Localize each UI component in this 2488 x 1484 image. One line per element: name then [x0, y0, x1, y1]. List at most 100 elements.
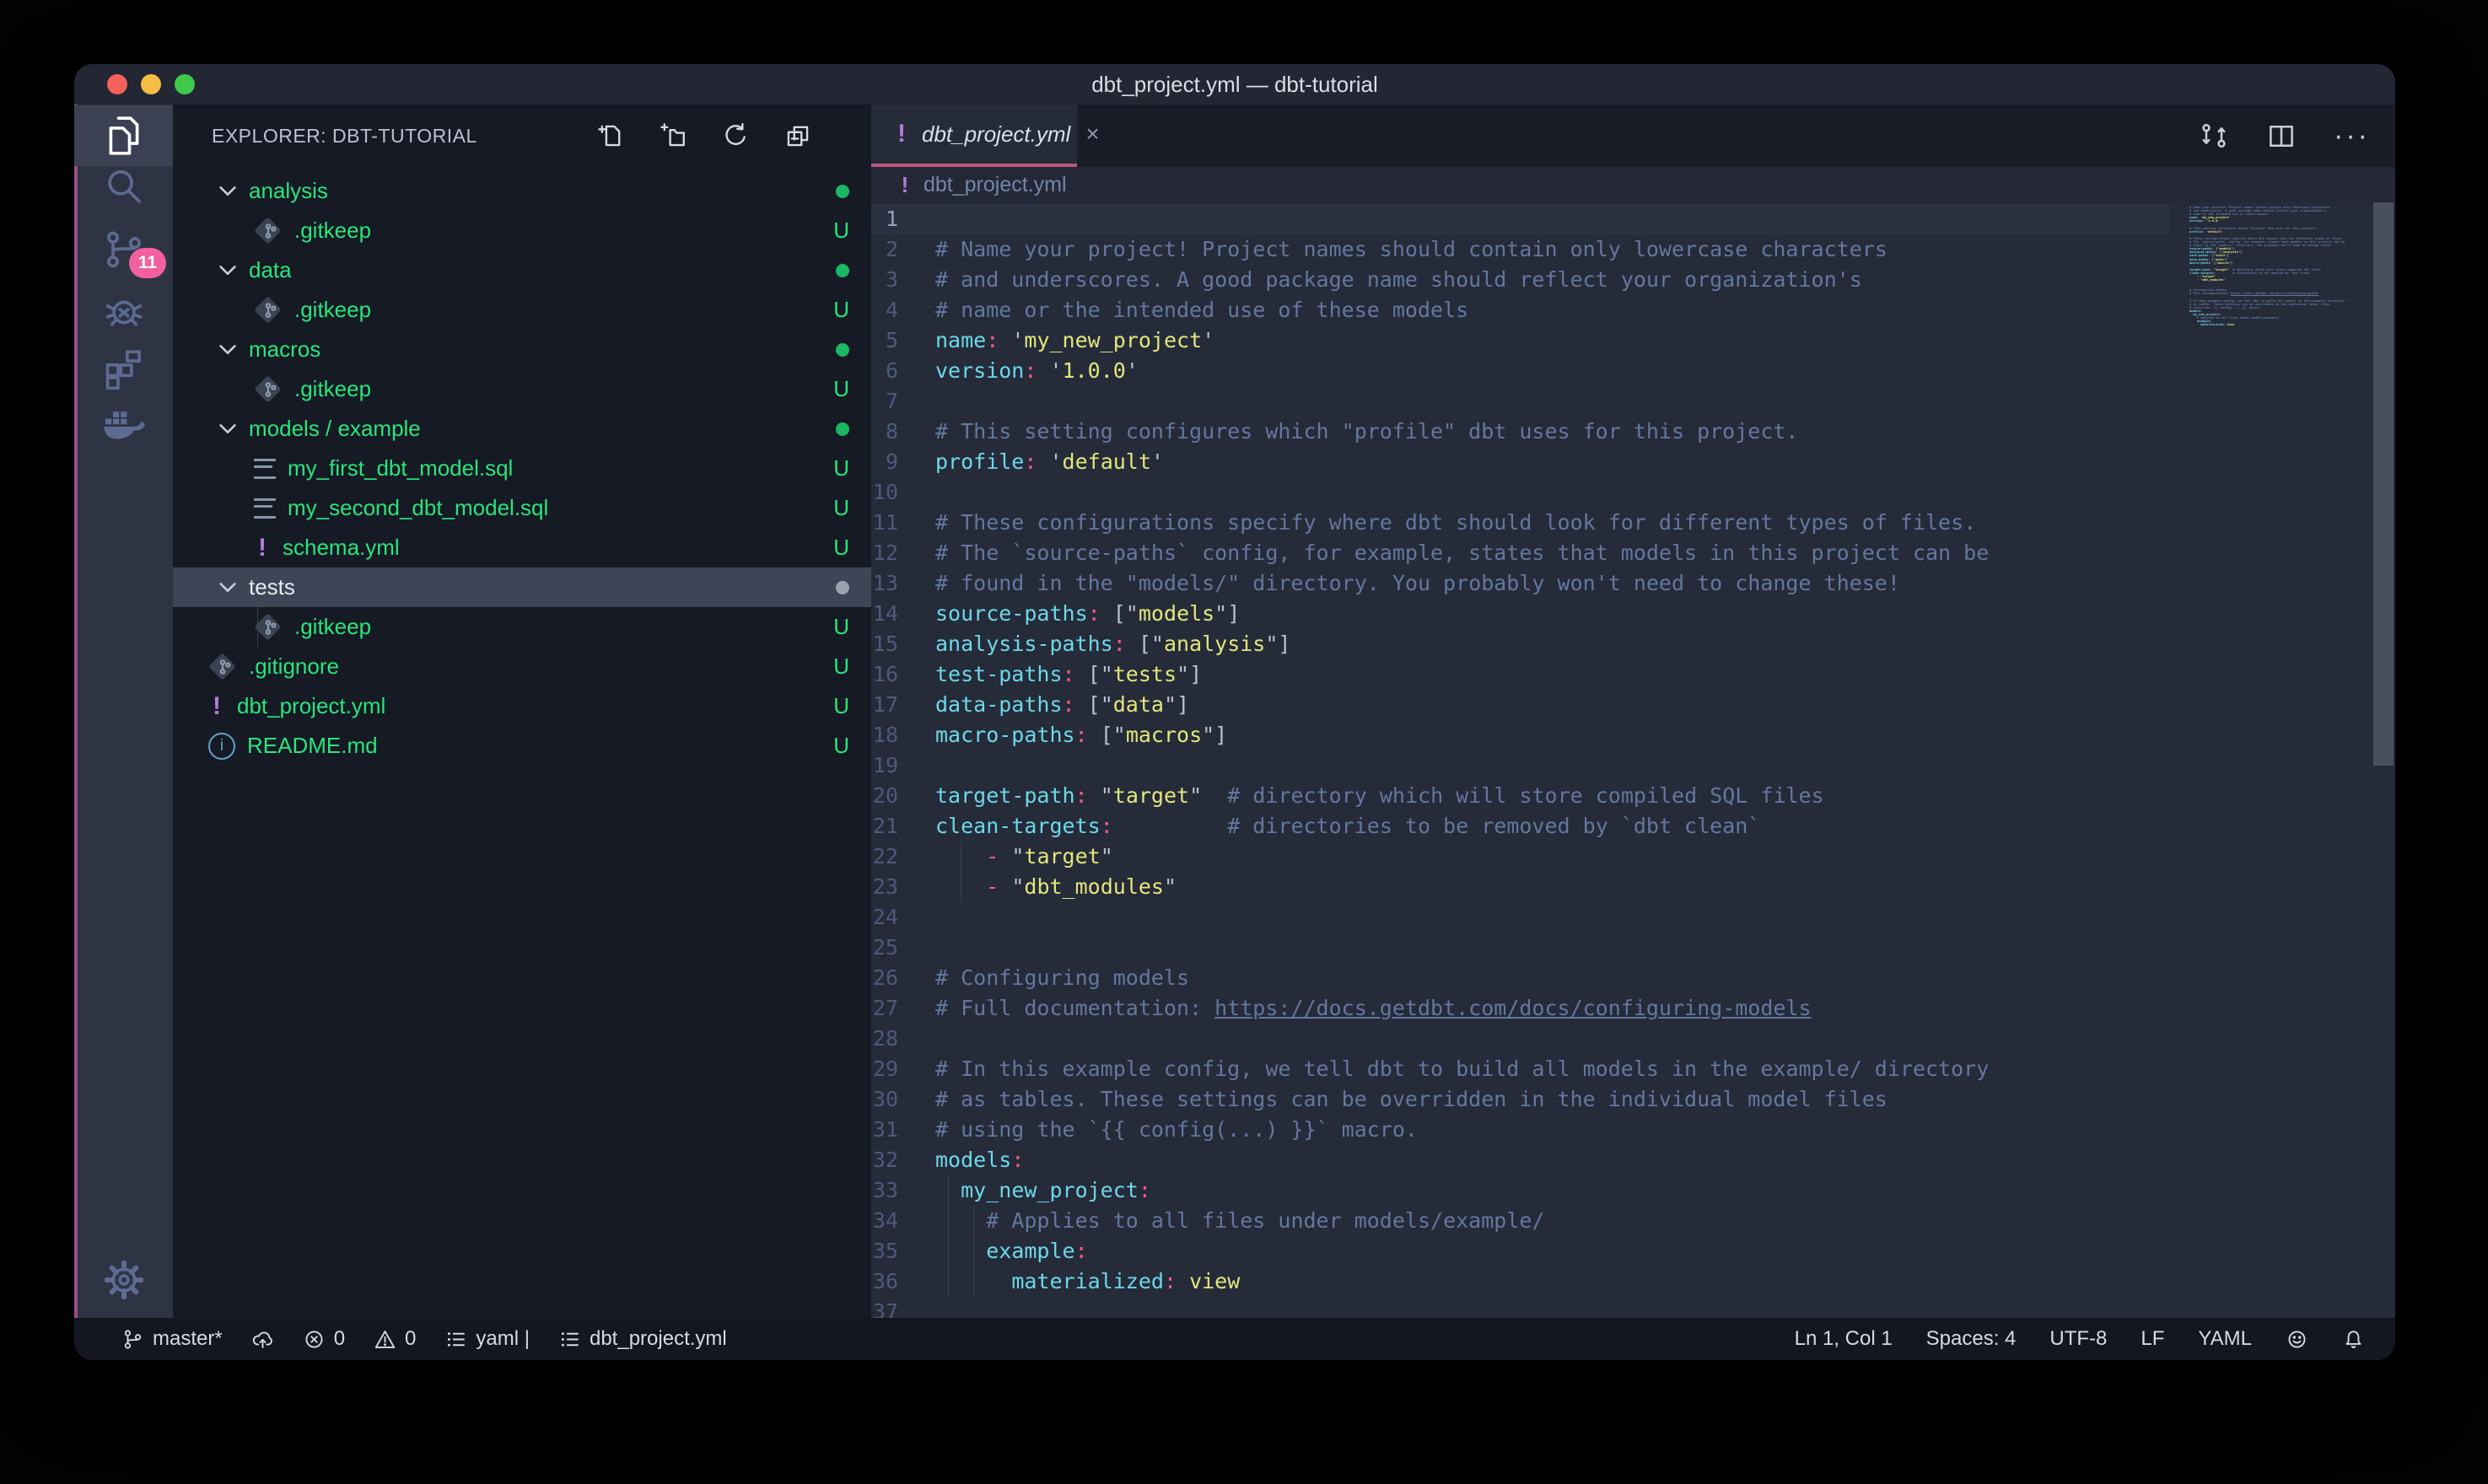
code-area[interactable]: 12# Name your project! Project names sho… — [871, 202, 2395, 1318]
code-line[interactable]: 11# These configurations specify where d… — [871, 508, 2169, 538]
code-lines[interactable]: 12# Name your project! Project names sho… — [871, 204, 2169, 1318]
tree-item-gitkeep[interactable]: .gitkeepU — [173, 211, 871, 250]
status-lf[interactable]: LF — [2141, 1327, 2164, 1351]
code-line[interactable]: 26# Configuring models — [871, 963, 2169, 993]
status-spaces-4[interactable]: Spaces: 4 — [1926, 1327, 2017, 1351]
status-ln-1-col-1[interactable]: Ln 1, Col 1 — [1795, 1327, 1893, 1351]
code-line[interactable]: 14source-paths: ["models"] — [871, 599, 2169, 629]
code-line[interactable]: 12# The `source-paths` config, for examp… — [871, 538, 2169, 568]
tree-item-gitkeep[interactable]: .gitkeepU — [173, 369, 871, 409]
code-line[interactable]: 21clean-targets: # directories to be rem… — [871, 811, 2169, 841]
status-cloud-upload[interactable] — [251, 1328, 274, 1351]
code-line[interactable]: 23 - "dbt_modules" — [871, 872, 2169, 902]
tree-item-my-second-dbt-model-sql[interactable]: my_second_dbt_model.sqlU — [173, 488, 871, 528]
line-number: 35 — [871, 1236, 898, 1266]
code-line[interactable]: 5name: 'my_new_project' — [871, 325, 2169, 356]
line-number: 12 — [871, 538, 898, 568]
tree-item-macros[interactable]: macros — [173, 330, 871, 369]
collapse-all-icon[interactable] — [784, 121, 812, 150]
new-file-icon[interactable] — [596, 121, 625, 150]
tree-item-tests[interactable]: tests — [173, 567, 871, 607]
tree-item-gitignore[interactable]: .gitignoreU — [173, 647, 871, 686]
more-actions-icon[interactable]: ··· — [2334, 120, 2370, 153]
code-line[interactable]: 37 — [871, 1297, 2169, 1318]
code-line[interactable]: 3# and underscores. A good package name … — [871, 265, 2169, 295]
code-line[interactable]: 28 — [871, 1024, 2169, 1054]
status-bell[interactable] — [2342, 1328, 2365, 1351]
new-folder-icon[interactable] — [659, 121, 687, 150]
code-line[interactable]: 29# In this example config, we tell dbt … — [871, 1054, 2169, 1084]
code-line[interactable]: 10 — [871, 477, 2169, 508]
code-line[interactable]: 27# Full documentation: https://docs.get… — [871, 993, 2169, 1024]
activity-item-source-control[interactable]: 11 — [74, 219, 173, 280]
code-line[interactable]: 2# Name your project! Project names shou… — [871, 234, 2169, 265]
tree-item-gitkeep[interactable]: .gitkeepU — [173, 290, 871, 330]
activity-item-docker[interactable] — [74, 397, 173, 458]
error-circle-icon — [303, 1328, 326, 1351]
tab-dbt-project-yml[interactable]: ! dbt_project.yml × — [871, 105, 1077, 167]
breadcrumb-filename[interactable]: dbt_project.yml — [924, 173, 1067, 197]
code-line[interactable]: 17data-paths: ["data"] — [871, 690, 2169, 720]
explorer-sidebar: EXPLORER: DBT-TUTORIAL analysis.gitkeepU… — [173, 105, 871, 1318]
code-line[interactable]: 4# name or the intended use of these mod… — [871, 295, 2169, 325]
tree-item-gitkeep[interactable]: .gitkeepU — [173, 607, 871, 647]
code-line[interactable]: 22 - "target" — [871, 841, 2169, 872]
git-status-badge: U — [833, 653, 849, 680]
status-0[interactable]: 0 — [303, 1327, 345, 1351]
tree-item-my-first-dbt-model-sql[interactable]: my_first_dbt_model.sqlU — [173, 449, 871, 488]
code-line[interactable]: 34 # Applies to all files under models/e… — [871, 1206, 2169, 1236]
code-line[interactable]: 9profile: 'default' — [871, 447, 2169, 477]
code-line[interactable]: 31# using the `{{ config(...) }}` macro. — [871, 1115, 2169, 1145]
code-line[interactable]: 33 my_new_project: — [871, 1175, 2169, 1206]
code-line[interactable]: 19 — [871, 750, 2169, 781]
code-line[interactable]: 1 — [871, 204, 2169, 234]
activity-item-extensions[interactable] — [74, 339, 173, 400]
activity-item-debug[interactable] — [74, 280, 173, 341]
status-yaml[interactable]: YAML — [2198, 1327, 2252, 1351]
scrollbar-thumb[interactable] — [2373, 202, 2394, 766]
code-line[interactable]: 24 — [871, 902, 2169, 933]
split-editor-icon[interactable] — [2266, 121, 2297, 151]
code-line[interactable]: 32models: — [871, 1145, 2169, 1175]
code-line[interactable]: 16test-paths: ["tests"] — [871, 659, 2169, 690]
code-line[interactable]: 8# This setting configures which "profil… — [871, 417, 2169, 447]
tree-item-schema-yml[interactable]: !schema.ymlU — [173, 528, 871, 567]
explorer-title: EXPLORER: DBT-TUTORIAL — [212, 105, 477, 167]
code-line[interactable]: 6version: '1.0.0' — [871, 356, 2169, 386]
activity-item-search[interactable] — [74, 157, 173, 218]
yaml-warning-icon: ! — [897, 172, 913, 198]
activity-item-settings-gear[interactable] — [74, 1250, 173, 1310]
line-number: 7 — [871, 386, 898, 417]
refresh-icon[interactable] — [721, 121, 750, 150]
code-line[interactable]: 36 materialized: view — [871, 1266, 2169, 1297]
tree-item-readme-md[interactable]: iREADME.mdU — [173, 726, 871, 766]
folder-status-dot — [836, 185, 849, 198]
tree-item-dbt-project-yml[interactable]: !dbt_project.ymlU — [173, 686, 871, 726]
status-dbt-project-yml[interactable]: dbt_project.yml — [558, 1327, 727, 1351]
code-line[interactable]: 20target-path: "target" # directory whic… — [871, 781, 2169, 811]
tree-item-data[interactable]: data — [173, 250, 871, 290]
line-number: 6 — [871, 356, 898, 386]
status-yaml[interactable]: yaml | — [444, 1327, 530, 1351]
close-tab-icon[interactable]: × — [1085, 121, 1099, 148]
code-line[interactable]: 35 example: — [871, 1236, 2169, 1266]
status-utf-8[interactable]: UTF-8 — [2049, 1327, 2107, 1351]
code-line[interactable]: 30# as tables. These settings can be ove… — [871, 1084, 2169, 1115]
code-line[interactable]: 15analysis-paths: ["analysis"] — [871, 629, 2169, 659]
code-line[interactable]: 7 — [871, 386, 2169, 417]
status-0[interactable]: 0 — [374, 1327, 416, 1351]
line-number: 3 — [871, 265, 898, 295]
code-line[interactable]: 25 — [871, 933, 2169, 963]
tree-item-models-example[interactable]: models / example — [173, 409, 871, 449]
code-line[interactable]: 13# found in the "models/" directory. Yo… — [871, 568, 2169, 599]
open-changes-icon[interactable] — [2199, 121, 2229, 151]
code-line[interactable]: 18macro-paths: ["macros"] — [871, 720, 2169, 750]
status-smiley[interactable] — [2286, 1328, 2308, 1351]
yaml-warning-icon: ! — [208, 692, 225, 721]
vertical-scrollbar[interactable] — [2372, 202, 2395, 1318]
tree-item-analysis[interactable]: analysis — [173, 171, 871, 211]
status-master[interactable]: master* — [121, 1327, 223, 1351]
status-label: LF — [2141, 1327, 2164, 1351]
breadcrumb[interactable]: ! dbt_project.yml — [871, 167, 2395, 202]
minimap[interactable]: # Name your project! Project names shoul… — [2169, 202, 2372, 1318]
